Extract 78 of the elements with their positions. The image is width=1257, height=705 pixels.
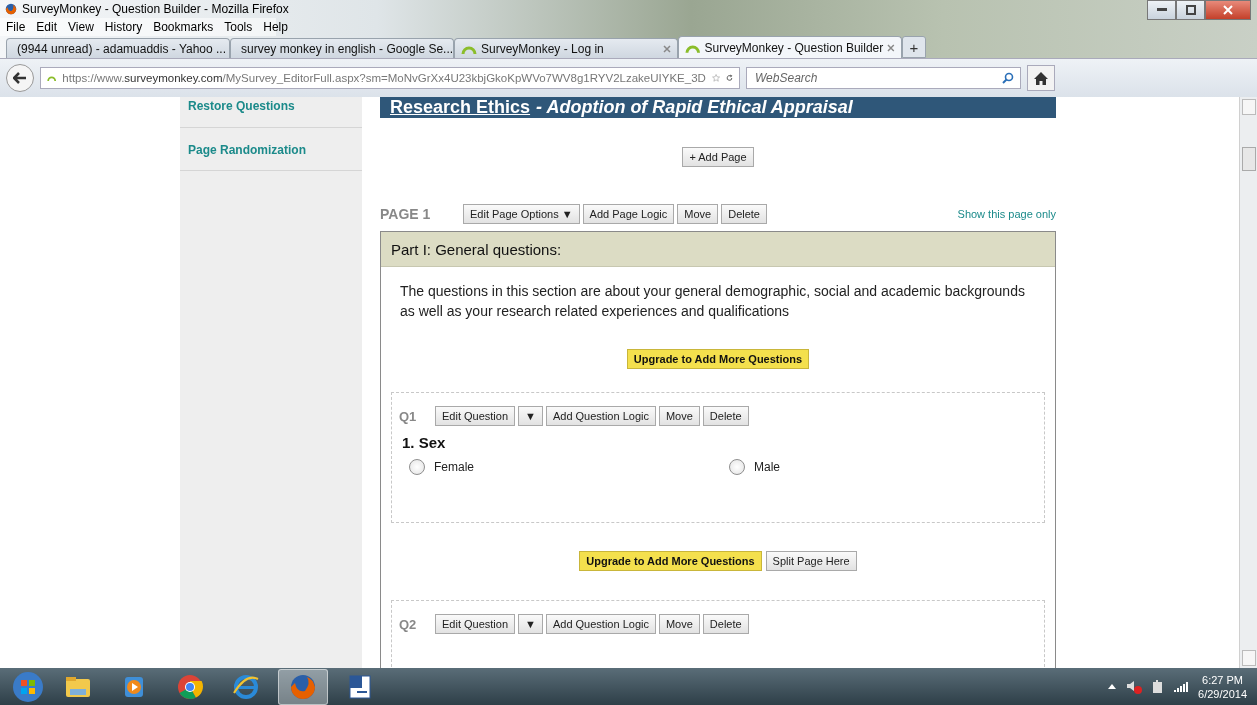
chrome-icon [178, 674, 203, 699]
clock-time: 6:27 PM [1202, 672, 1243, 687]
page-action-button[interactable]: Move [677, 204, 719, 224]
question-action-button[interactable]: ▼ [518, 614, 543, 634]
option-label: Female [434, 460, 474, 474]
power-plug-icon[interactable] [1152, 679, 1165, 694]
close-icon[interactable] [663, 44, 671, 53]
question-number: Q2 [399, 616, 418, 632]
tray-arrow-icon[interactable] [1108, 684, 1117, 689]
survey-subtitle: - Adoption of Rapid Ethical Appraisal [536, 97, 853, 118]
search-box[interactable]: WebSearch [746, 67, 1021, 89]
menu-item[interactable]: History [104, 20, 143, 34]
scrollbar[interactable] [1239, 97, 1257, 668]
firefox-icon [291, 674, 315, 699]
question-action-button[interactable]: Move [658, 614, 700, 634]
sidebar-link[interactable]: Page Randomization [180, 128, 362, 171]
question-action-button[interactable]: Delete [702, 614, 749, 634]
question-title: 1. Sex [402, 434, 447, 451]
section-title: Part I: General questions: [381, 232, 1055, 267]
media-player-icon [125, 676, 143, 697]
window-title: SurveyMonkey - Question Builder - Mozilla Firefox [22, 2, 289, 16]
option-label: Male [754, 460, 780, 474]
close-button[interactable] [1205, 0, 1251, 20]
folder-icon [66, 676, 90, 697]
back-arrow-icon [13, 72, 27, 84]
menu-item[interactable]: Tools [224, 20, 253, 34]
close-icon [1223, 5, 1233, 15]
new-tab-button[interactable]: + [902, 36, 926, 58]
question-action-button[interactable]: Add Question Logic [545, 614, 656, 634]
maximize-button[interactable] [1176, 0, 1205, 20]
document-icon [349, 675, 371, 698]
menu-item[interactable]: Help [263, 20, 288, 34]
minimize-icon [1156, 8, 1167, 12]
reload-icon[interactable] [726, 72, 733, 84]
question-action-button[interactable]: ▼ [518, 406, 543, 426]
question-number: Q1 [399, 408, 418, 424]
firefox-icon [5, 3, 17, 15]
clock-date: 6/29/2014 [1198, 686, 1247, 701]
menu-item[interactable]: Bookmarks [153, 20, 214, 34]
browser-tab[interactable]: SurveyMonkey - Log in [454, 38, 678, 58]
menu-item[interactable]: File [6, 20, 26, 34]
minimize-button[interactable] [1147, 0, 1176, 20]
question-action-button[interactable]: Edit Question [435, 406, 516, 426]
add-page-button[interactable]: + Add Page [682, 147, 754, 167]
search-icon[interactable] [1002, 72, 1014, 84]
browser-tab[interactable]: SurveyMonkey - Question Builder [678, 36, 902, 58]
browser-tab[interactable]: (9944 unread) - adamuaddis - Yahoo ... [6, 38, 230, 58]
browser-tab[interactable]: survey monkey in english - Google Se... [230, 38, 454, 58]
question-action-button[interactable]: Add Question Logic [545, 406, 656, 426]
radio-button[interactable] [409, 459, 425, 475]
page-action-button[interactable]: Edit Page Options ▼ [463, 204, 580, 224]
back-button[interactable] [6, 64, 34, 92]
close-icon[interactable] [887, 43, 895, 52]
upgrade-button[interactable]: Upgrade to Add More Questions [579, 551, 762, 571]
sidebar-link[interactable]: Restore Questions [180, 97, 362, 128]
browser-e-icon [233, 674, 259, 699]
speaker-muted-icon[interactable] [1126, 679, 1143, 694]
home-icon [1034, 71, 1048, 85]
address-field[interactable]: https://www.surveymonkey.com/MySurvey_EditorFull.aspx?sm=MoNvGrXx4U23kbjGkoKpWVo7WV8g1RYV2LzakeUIYKE_3D [40, 67, 740, 89]
survey-title-link[interactable]: Research Ethics [390, 97, 531, 118]
split-page-button[interactable]: Split Page Here [765, 551, 857, 571]
show-page-link[interactable]: Show this page only [957, 208, 1056, 220]
upgrade-button[interactable]: Upgrade to Add More Questions [626, 349, 810, 369]
section-description: The questions in this section are about your general demographic, social and academic backgrounds as well as your research related experiences and qualifications [400, 282, 1026, 321]
star-icon[interactable] [711, 71, 720, 85]
start-button[interactable] [10, 669, 46, 704]
page-action-button[interactable]: Add Page Logic [582, 204, 675, 224]
menu-item[interactable]: Edit [36, 20, 58, 34]
question-action-button[interactable]: Edit Question [435, 614, 516, 634]
radio-button[interactable] [729, 459, 745, 475]
signal-bars-icon[interactable] [1174, 681, 1189, 692]
question-action-button[interactable]: Move [658, 406, 700, 426]
home-button[interactable] [1027, 65, 1055, 91]
question-action-button[interactable]: Delete [702, 406, 749, 426]
restore-icon [1185, 5, 1196, 15]
page-action-button[interactable]: Delete [721, 204, 767, 224]
page-label: PAGE 1 [380, 206, 432, 222]
menu-item[interactable]: View [68, 20, 94, 34]
